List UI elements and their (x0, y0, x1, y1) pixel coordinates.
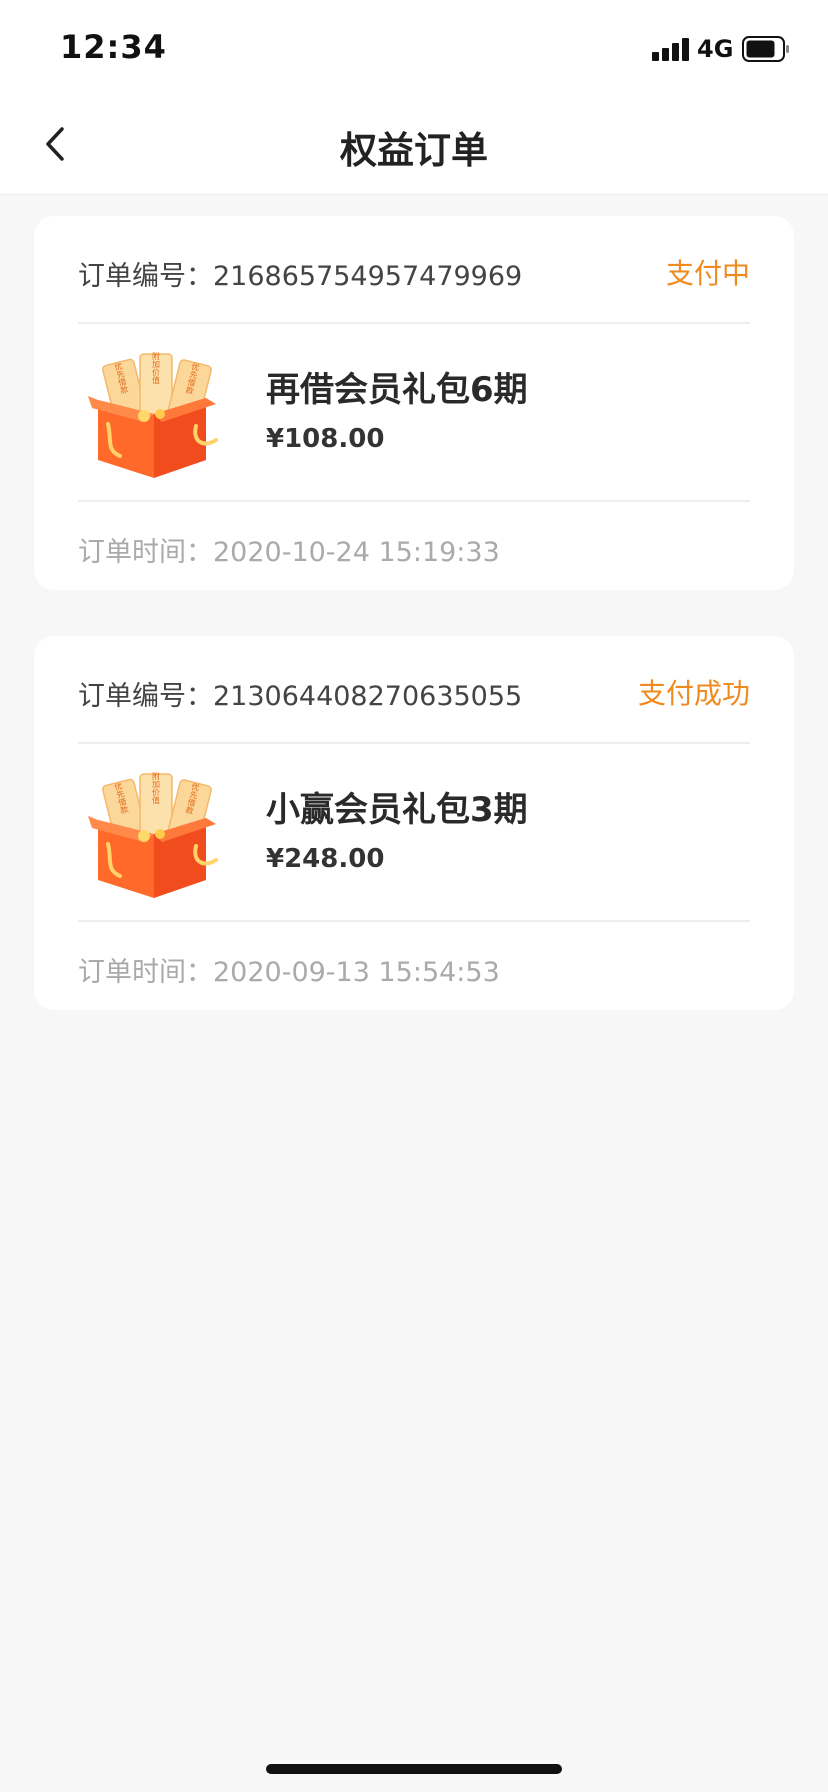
product-name: 小赢会员礼包3期 (266, 790, 528, 830)
status-bar: 12:34 4G (0, 0, 828, 100)
order-card-header: 订单编号：213064408270635055 支付成功 (78, 636, 750, 744)
gift-box-icon: 优先借款 附加价值 优先借款 (88, 772, 218, 898)
order-number: 订单编号：216865754957479969 (78, 254, 522, 293)
status-time: 12:34 (60, 28, 167, 66)
order-time: 订单时间：2020-10-24 15:19:33 (78, 530, 500, 569)
order-card[interactable]: 订单编号：216865754957479969 支付中 优先借款 附加价值 优先… (34, 216, 794, 590)
battery-icon (742, 36, 789, 62)
navigation-bar: 权益订单 (0, 100, 828, 195)
gift-card-text: 附加价值 (152, 352, 161, 385)
order-number-label: 订单编号： (78, 261, 213, 292)
gift-box-icon: 优先借款 附加价值 优先借款 (88, 352, 218, 478)
order-card-footer: 订单时间：2020-09-13 15:54:53 (78, 922, 750, 1010)
product-name: 再借会员礼包6期 (266, 370, 528, 410)
product-price: ¥248.00 (266, 844, 385, 874)
gift-card-text: 附加价值 (152, 772, 161, 805)
order-number-label: 订单编号： (78, 681, 213, 712)
page-title: 权益订单 (340, 129, 488, 172)
order-time-value: 2020-09-13 15:54:53 (213, 957, 500, 988)
product-price: ¥108.00 (266, 424, 385, 454)
home-indicator[interactable] (266, 1764, 562, 1774)
order-card-header: 订单编号：216865754957479969 支付中 (78, 216, 750, 324)
order-status-badge: 支付中 (665, 257, 750, 290)
order-number-value: 216865754957479969 (213, 261, 523, 292)
order-product: 优先借款 附加价值 优先借款 小赢会员礼包3期 ¥248.00 (78, 744, 750, 922)
order-number: 订单编号：213064408270635055 (78, 674, 522, 713)
network-label: 4G (697, 35, 734, 63)
order-time-label: 订单时间： (78, 537, 213, 568)
order-number-value: 213064408270635055 (213, 681, 523, 712)
order-status-badge: 支付成功 (637, 677, 750, 710)
order-card[interactable]: 订单编号：213064408270635055 支付成功 优先借款 附加价值 优… (34, 636, 794, 1010)
order-time-value: 2020-10-24 15:19:33 (213, 537, 500, 568)
order-time: 订单时间：2020-09-13 15:54:53 (78, 950, 500, 989)
signal-icon (652, 37, 692, 61)
order-time-label: 订单时间： (78, 957, 213, 988)
order-card-footer: 订单时间：2020-10-24 15:19:33 (78, 502, 750, 590)
order-product: 优先借款 附加价值 优先借款 再借会员礼包6期 ¥108.00 (78, 324, 750, 502)
